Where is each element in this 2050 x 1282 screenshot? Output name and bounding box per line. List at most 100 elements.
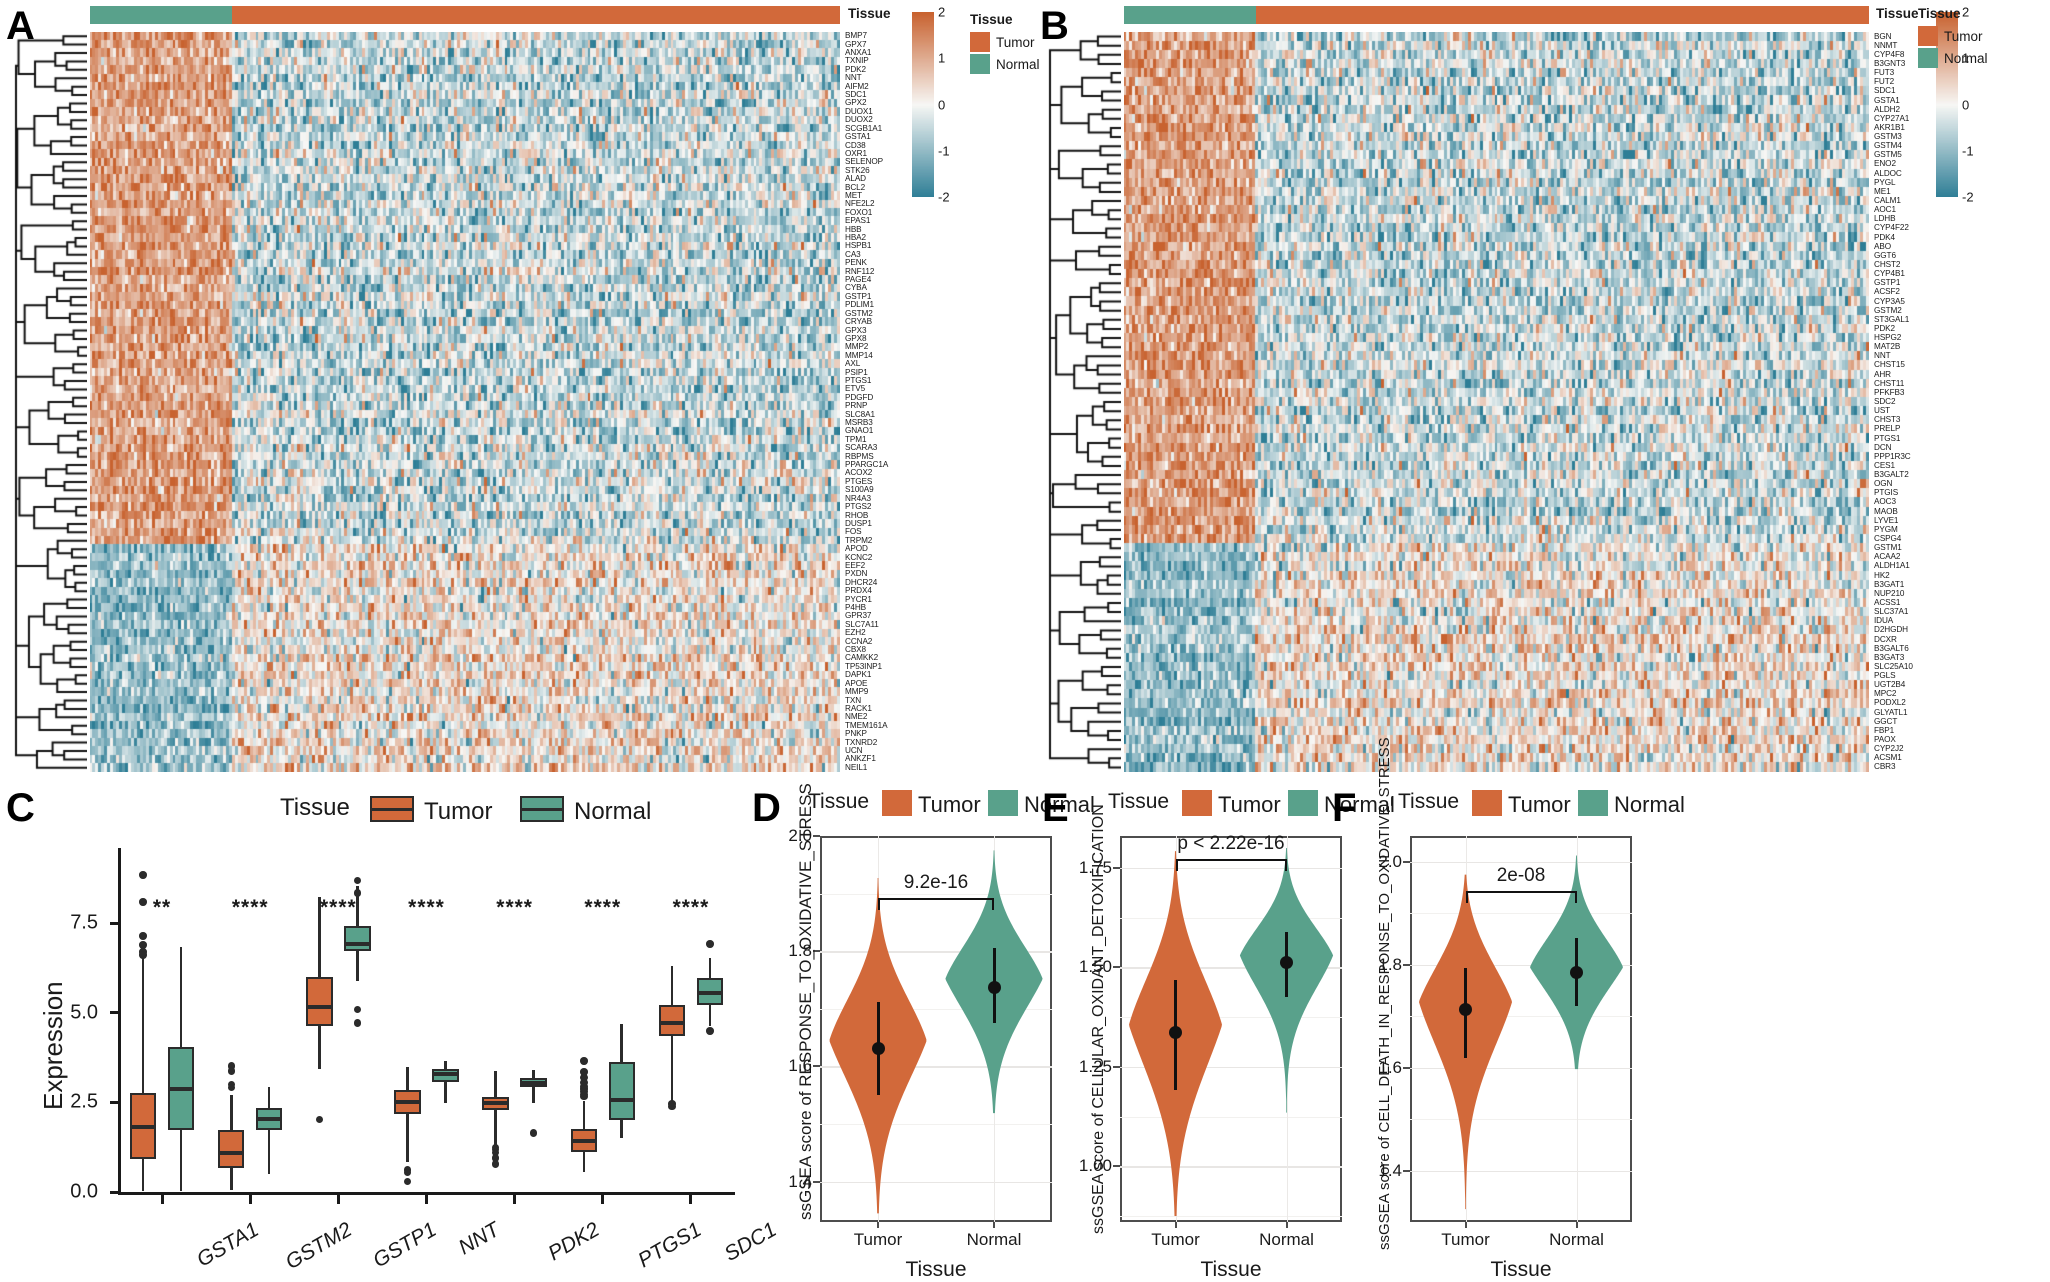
colorbar-tick: -2 xyxy=(1962,189,1974,205)
gene-label: GSTM5 xyxy=(1874,150,1902,160)
gene-label: PRELP xyxy=(1874,424,1901,434)
gene-label: CYP4B1 xyxy=(1874,268,1905,278)
gene-label: GSTP1 xyxy=(1874,278,1901,288)
panelC-x-tick-mark xyxy=(248,1195,252,1204)
panelC-outlier xyxy=(353,1005,362,1013)
gene-label: PDK2 xyxy=(1874,323,1895,333)
gene-label: MPC2 xyxy=(1874,689,1897,699)
gene-label: ABO xyxy=(1874,241,1891,251)
colorbar-tick: -1 xyxy=(938,143,950,159)
colorbar-tick: -1 xyxy=(1962,143,1974,159)
panelC-outlier xyxy=(580,1092,588,1101)
pvalue-bracket-panelE-plot xyxy=(1175,859,1287,872)
panelC-y-tick-label: 5.0 xyxy=(70,1001,98,1024)
panelC-outlier xyxy=(139,898,147,906)
grid-vertical-panelF-plot xyxy=(1576,836,1578,1222)
panelB-legend-title: Tissue xyxy=(1918,6,1961,21)
gene-label: FUT3 xyxy=(1874,68,1895,78)
x-tick-mark-panelF-plot xyxy=(1464,1222,1467,1228)
grid-major-panelE-plot xyxy=(1120,967,1342,969)
x-tick-label-normal-panelD-plot: Normal xyxy=(966,1230,1022,1249)
gene-label: PPP1R3C xyxy=(1874,451,1911,461)
legend-title-panelD-plot: Tissue xyxy=(808,790,870,813)
panelA-tissue-annotation-bar xyxy=(90,6,840,24)
panelC-box-tumor xyxy=(218,1130,245,1168)
panelC-legend-title: Tissue xyxy=(280,794,350,821)
panelC-outlier xyxy=(139,871,147,879)
panelC-x-tick-mark xyxy=(160,1195,164,1204)
panelC-outlier xyxy=(706,940,714,948)
panelC-significance-nnt: **** xyxy=(408,896,445,919)
panelC-y-tick-mark xyxy=(110,1190,118,1194)
gene-label: PTGIS xyxy=(1874,488,1899,498)
y-tick-mark-panelF-plot xyxy=(1403,1066,1410,1069)
legend-swatch-normal-panelF-plot xyxy=(1578,790,1608,816)
panelC-median-line xyxy=(658,1020,686,1025)
pvalue-label-panelF-plot: 2e-08 xyxy=(1496,865,1546,887)
grid-minor-panelF-plot xyxy=(1410,913,1632,915)
gene-label: GGT6 xyxy=(1874,250,1896,260)
gene-label: PGLS xyxy=(1874,670,1896,680)
gene-label: GSTM2 xyxy=(1874,305,1902,315)
anno-segment-normal xyxy=(90,6,233,24)
gene-label: IDUA xyxy=(1874,616,1894,626)
y-axis-title-panelD-plot: ssGSEA score of RESPONSE_TO_OXIDATIVE_ST… xyxy=(796,783,815,1220)
gene-label: HSPG2 xyxy=(1874,332,1902,342)
panelC-y-tick-mark xyxy=(110,1100,118,1104)
panelC-whisker-lower xyxy=(318,1026,321,1070)
panelB-legend-label-tumor: Tumor xyxy=(1944,29,1983,44)
panelA-legend-title: Tissue xyxy=(970,12,1013,27)
panelE-violin: Tissue Tumor Normal 1.00 1.25 1.50 1.75 p < 2.2… xyxy=(1042,788,1395,1281)
panelC-median-line xyxy=(520,1081,547,1086)
legend-label-tumor-panelD-plot: Tumor xyxy=(918,792,981,817)
panelC-whisker-lower xyxy=(494,1109,497,1147)
legend-swatch-tumor-panelF-plot xyxy=(1472,790,1502,816)
grid-minor-panelE-plot xyxy=(1120,917,1342,919)
gene-label: ACSF2 xyxy=(1874,287,1900,297)
panelC-whisker-lower xyxy=(267,1130,271,1175)
panelC-outlier xyxy=(668,1102,676,1111)
panelC-x-tick-label-ptgs1: PTGS1 xyxy=(634,1218,706,1273)
legend-title-panelF-plot: Tissue xyxy=(1398,790,1460,813)
gene-label: CYP3A5 xyxy=(1874,296,1905,306)
gene-label: SDC2 xyxy=(1874,396,1896,406)
gene-label: SLC25A10 xyxy=(1874,661,1913,671)
gene-label: B3GAT3 xyxy=(1874,652,1905,662)
gene-label: ACAA2 xyxy=(1874,552,1901,562)
gene-label: DCN xyxy=(1874,442,1892,452)
panelA-legend-label-tumor: Tumor xyxy=(996,35,1035,50)
y-axis-title-panelF-plot: ssGSEA score of CELL_DEATH_IN_RESPONSE_T… xyxy=(1376,737,1393,1250)
y-tick-mark-panelE-plot xyxy=(1113,1065,1120,1068)
panelC-whisker-lower xyxy=(670,1036,674,1104)
panelC-whisker-upper xyxy=(582,1100,586,1130)
panelC-x-tick-mark xyxy=(336,1195,340,1204)
anno-segment-tumor xyxy=(232,6,840,24)
gene-label: AOC3 xyxy=(1874,497,1896,507)
mean-point-tumor-panelD-plot xyxy=(871,1042,885,1056)
gene-label: SLC37A1 xyxy=(1874,607,1909,617)
grid-major-panelF-plot xyxy=(1410,964,1632,967)
gene-label: GSTM4 xyxy=(1874,141,1902,151)
mean-point-normal-panelF-plot xyxy=(1570,965,1583,979)
panelC-median-line xyxy=(570,1139,598,1144)
panelC-x-tick-label-gsta1: GSTA1 xyxy=(193,1218,263,1272)
y-tick-mark-panelF-plot xyxy=(1403,860,1410,863)
grid-minor-panelD-plot xyxy=(820,893,1052,895)
panelB-heatmap xyxy=(1124,32,1869,772)
grid-minor-panelE-plot xyxy=(1120,1017,1342,1019)
x-tick-mark-panelF-plot xyxy=(1575,1222,1578,1228)
panelC-outlier xyxy=(706,1027,714,1035)
panelC-significance-gstp1: **** xyxy=(319,896,357,919)
panelB-legend-label-normal: Normal xyxy=(1944,51,1988,66)
gene-label: GGCT xyxy=(1874,716,1898,726)
x-tick-mark-panelE-plot xyxy=(1285,1222,1288,1228)
panelC-y-tick-label: 0.0 xyxy=(70,1180,98,1203)
panelC-whisker-lower xyxy=(532,1087,535,1104)
x-tick-mark-panelE-plot xyxy=(1174,1222,1177,1228)
panelC-whisker-upper xyxy=(494,1070,497,1097)
panelC-whisker-upper xyxy=(708,958,712,978)
panelC-outlier xyxy=(353,1019,362,1027)
grid-minor-panelF-plot xyxy=(1410,1119,1632,1121)
panelC-legend-label-tumor: Tumor xyxy=(424,798,493,825)
gene-label: AHR xyxy=(1874,369,1891,379)
